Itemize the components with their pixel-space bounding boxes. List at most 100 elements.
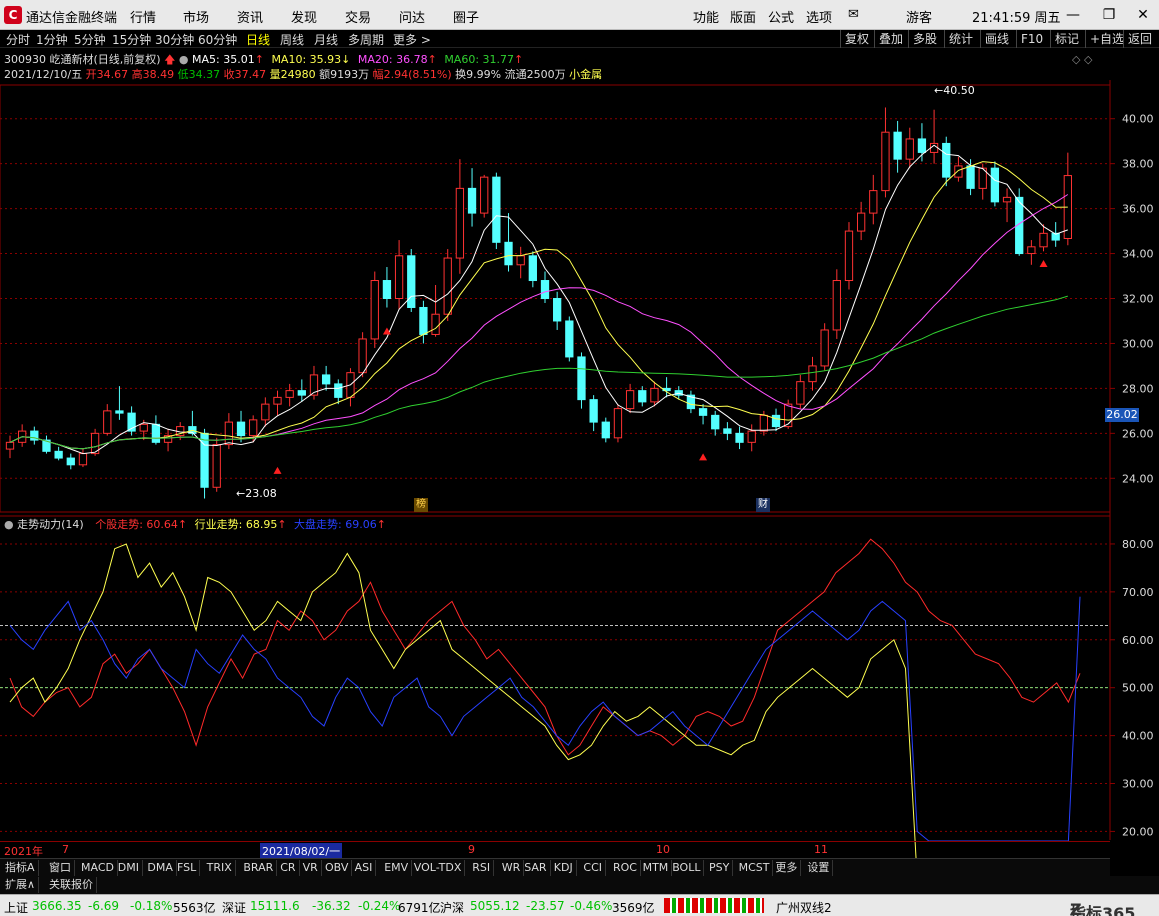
candle-body xyxy=(553,298,562,322)
period-fenshi[interactable]: 分时 xyxy=(6,31,30,48)
tool-zixuan[interactable]: +自选 xyxy=(1085,30,1128,48)
diamond-icon[interactable]: ◇ ◇ xyxy=(1072,53,1092,66)
menu-faxian[interactable]: 发现 xyxy=(291,7,317,26)
bang-marker[interactable]: 榜 xyxy=(414,498,428,512)
tool-fuquan[interactable]: 复权 xyxy=(840,30,873,48)
kline-chart: 24.00 26.00 28.00 30.00 32.00 34.00 36.00 38.00… xyxy=(0,80,1154,840)
indicator-tab-19[interactable]: ROC xyxy=(610,860,641,876)
indicator-tab-8[interactable]: CR xyxy=(277,860,300,876)
candle-body xyxy=(382,280,392,300)
buy-arrow-icon xyxy=(1039,260,1048,268)
period-15min[interactable]: 15分钟 xyxy=(112,31,151,48)
candle-body xyxy=(334,383,343,398)
indicator-tab-4[interactable]: DMA xyxy=(144,860,177,876)
period-1min[interactable]: 1分钟 xyxy=(36,31,68,48)
menu-shichang[interactable]: 市场 xyxy=(183,7,209,26)
hs-value: 5055.12 xyxy=(470,899,520,913)
candle-body xyxy=(200,432,209,488)
indicator-tab-1[interactable]: 窗口 xyxy=(46,860,75,876)
menu-gongneng[interactable]: 功能 xyxy=(693,7,719,26)
period-daily[interactable]: 日线 xyxy=(246,31,270,48)
period-monthly[interactable]: 月线 xyxy=(314,31,338,48)
user-label[interactable]: 游客 xyxy=(906,7,932,26)
indicator-tab-23[interactable]: MCST xyxy=(736,860,774,876)
indicator-tab-11[interactable]: ASI xyxy=(352,860,377,876)
indicator-settings-icon[interactable]: ● xyxy=(4,518,14,531)
cai-marker[interactable]: 财 xyxy=(756,498,770,512)
indicator-tab-24[interactable]: 更多 xyxy=(772,860,802,876)
period-weekly[interactable]: 周线 xyxy=(280,31,304,48)
hs-name[interactable]: 沪深 xyxy=(440,899,464,916)
menu-gongshi[interactable]: 公式 xyxy=(768,7,794,26)
feed-server[interactable]: 广州双线2 xyxy=(776,899,832,916)
candle-body xyxy=(467,187,477,214)
menu-banmian[interactable]: 版面 xyxy=(730,7,756,26)
indicator-tab-21[interactable]: BOLL xyxy=(669,860,705,876)
indicator-tab-16[interactable]: SAR xyxy=(521,860,551,876)
candle-body xyxy=(881,131,890,192)
tool-tongji[interactable]: 统计 xyxy=(944,30,977,48)
menu-jiaoyi[interactable]: 交易 xyxy=(345,7,371,26)
menu-quanzi[interactable]: 圈子 xyxy=(453,7,479,26)
tool-back[interactable]: 返回 xyxy=(1123,30,1156,48)
tool-diejia[interactable]: 叠加 xyxy=(874,30,907,48)
sh-pct: -0.18% xyxy=(130,899,173,913)
candle-body xyxy=(1039,232,1048,248)
indicator-tab-17[interactable]: KDJ xyxy=(551,860,577,876)
ext-toggle[interactable]: 扩展∧ xyxy=(2,877,40,893)
low-price-label: ←23.08 xyxy=(236,487,277,500)
candle-body xyxy=(261,403,270,421)
indicator-tab-9[interactable]: VR xyxy=(300,860,322,876)
indicator-tab-18[interactable]: CCI xyxy=(580,860,606,876)
close-icon[interactable]: ✕ xyxy=(1132,5,1154,25)
candle-body xyxy=(844,230,854,282)
menu-wenda[interactable]: 问达 xyxy=(399,7,425,26)
indicator-tab-22[interactable]: PSY xyxy=(706,860,734,876)
menu-zixun[interactable]: 资讯 xyxy=(237,7,263,26)
restore-icon[interactable]: ❐ xyxy=(1098,5,1120,25)
ma10-down-icon: ↓ xyxy=(341,53,351,66)
tool-biaoji[interactable]: 标记 xyxy=(1050,30,1083,48)
candle-body xyxy=(419,306,428,335)
ext-related-quotes[interactable]: 关联报价 xyxy=(46,877,97,893)
period-60min[interactable]: 60分钟 xyxy=(198,31,237,48)
period-multi[interactable]: 多周期 xyxy=(348,31,384,48)
time-label-cursor: 2021/08/02/一 xyxy=(260,843,343,859)
indicator-tab-10[interactable]: OBV xyxy=(322,860,353,876)
buy-arrow-icon xyxy=(273,466,282,474)
indicator-tab-12[interactable]: EMV xyxy=(381,860,413,876)
sz-name[interactable]: 深证 xyxy=(222,899,246,916)
period-30min[interactable]: 30分钟 xyxy=(155,31,194,48)
sh-name[interactable]: 上证 xyxy=(4,899,28,916)
period-5min[interactable]: 5分钟 xyxy=(74,31,106,48)
tool-f10[interactable]: F10 xyxy=(1016,30,1047,48)
kline-tick-label: 32.00 xyxy=(1122,293,1154,306)
candle-body xyxy=(613,408,623,439)
indicator-tab-6[interactable]: TRIX xyxy=(204,860,236,876)
indicator-name[interactable]: 走势动力(14) xyxy=(17,518,84,531)
indicator-tab-3[interactable]: DMI xyxy=(115,860,144,876)
menu-xuanxiang[interactable]: 选项 xyxy=(806,7,832,26)
indicator-tab-2[interactable]: MACD xyxy=(78,860,118,876)
indicator-tab-5[interactable]: FSL xyxy=(174,860,201,876)
indicator-tab-0[interactable]: 指标A xyxy=(2,860,39,876)
settings-circle-icon[interactable]: ● xyxy=(179,53,189,66)
time-label-year: 2021年 xyxy=(4,845,43,858)
candle-body xyxy=(990,167,1000,203)
indicator-tab-20[interactable]: MTM xyxy=(640,860,673,876)
minimize-icon[interactable]: — xyxy=(1062,5,1084,25)
menu-hangqing[interactable]: 行情 xyxy=(130,7,156,26)
candle-body xyxy=(856,212,866,232)
indicator-series-line-0 xyxy=(9,538,1081,756)
indicator-tab-25[interactable]: 设置 xyxy=(804,860,834,876)
period-more[interactable]: 更多 > xyxy=(393,31,431,48)
tool-duogu[interactable]: 多股 xyxy=(908,30,941,48)
chart-canvas[interactable]: 24.00 26.00 28.00 30.00 32.00 34.00 36.00 38.00… xyxy=(0,80,1159,858)
indicator-tab-13[interactable]: VOL-TDX xyxy=(411,860,466,876)
tool-huaxian[interactable]: 画线 xyxy=(980,30,1013,48)
stock-trend-up-icon: ↑ xyxy=(177,518,188,531)
high-price-value: 40.50 xyxy=(943,84,975,97)
indicator-tab-7[interactable]: BRAR xyxy=(240,860,278,876)
mail-icon[interactable]: ✉ xyxy=(848,7,859,22)
indicator-tab-14[interactable]: RSI xyxy=(469,860,495,876)
